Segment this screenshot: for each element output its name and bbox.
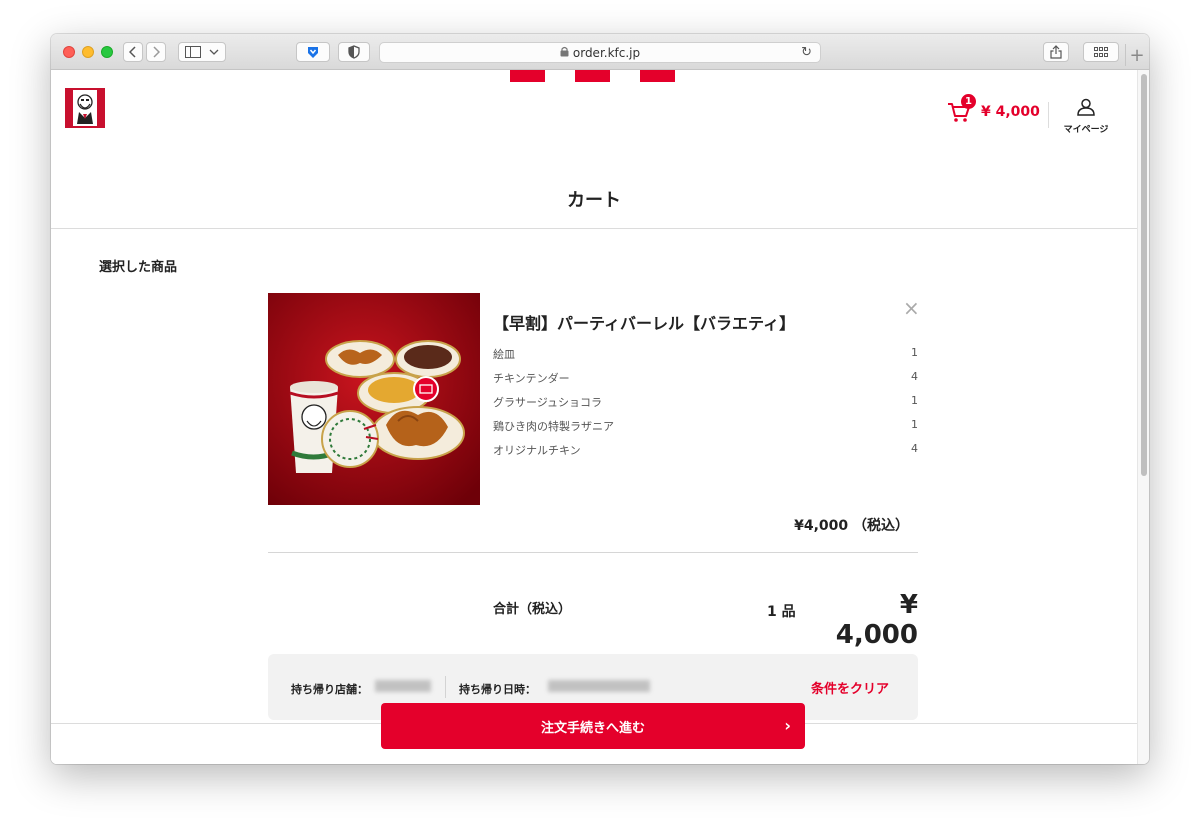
brand-stripe <box>510 70 545 82</box>
list-item: グラサージュショコラ 1 <box>493 394 918 418</box>
chevron-right-icon <box>153 46 160 58</box>
cart-total: ¥ 4,000 <box>981 104 1040 120</box>
cart-count-badge: 1 <box>961 94 976 109</box>
section-label: 選択した商品 <box>99 260 178 275</box>
extension-button[interactable] <box>296 42 330 62</box>
shield-extension-icon <box>308 47 318 58</box>
cart-icon: 1 <box>947 94 976 124</box>
total-count: 1 品 <box>767 604 796 620</box>
tab-overview-button[interactable] <box>1083 42 1119 62</box>
header-divider <box>1048 102 1049 128</box>
pickup-store-label: 持ち帰り店舗： <box>291 683 368 696</box>
chevron-left-icon <box>129 46 136 58</box>
page-content: 1 ¥ 4,000 マイページ カート 選択した商品 【早割】パーティバーレル【… <box>51 70 1137 764</box>
total-label: 合計（税込） <box>493 602 572 617</box>
lock-icon <box>560 46 569 60</box>
brand-stripe <box>575 70 610 82</box>
list-item: 鶏ひき肉の特製ラザニア 1 <box>493 418 918 442</box>
pickup-datetime-value-redacted <box>548 680 650 692</box>
page-scrollbar[interactable] <box>1137 70 1149 764</box>
scrollbar-thumb[interactable] <box>1141 74 1147 476</box>
item-qty: 1 <box>911 346 918 359</box>
list-item: チキンテンダー 4 <box>493 370 918 394</box>
browser-window: order.kfc.jp ↻ + 1 ¥ 4,000 マイページ カート 選択し… <box>51 34 1149 764</box>
new-tab-button[interactable]: + <box>1125 44 1148 66</box>
mypage-link[interactable]: マイページ <box>1061 98 1111 135</box>
item-name: オリジナルチキン <box>493 444 581 457</box>
item-qty: 4 <box>911 370 918 383</box>
mypage-label: マイページ <box>1063 125 1109 135</box>
sidebar-toggle-button[interactable] <box>178 42 226 62</box>
pickup-datetime-label: 持ち帰り日時： <box>459 683 536 696</box>
item-qty: 1 <box>911 394 918 407</box>
checkout-label: 注文手続きへ進む <box>540 720 645 736</box>
clear-conditions-link[interactable]: 条件をクリア <box>811 678 889 697</box>
url-text: order.kfc.jp <box>572 45 641 60</box>
reload-icon[interactable]: ↻ <box>801 45 812 60</box>
list-item: オリジナルチキン 4 <box>493 442 918 466</box>
item-name: 鶏ひき肉の特製ラザニア <box>493 420 614 433</box>
tab-grid-icon <box>1094 47 1108 57</box>
pickup-store-value-redacted <box>375 680 431 692</box>
chevron-down-icon <box>209 49 219 55</box>
address-bar[interactable]: order.kfc.jp ↻ <box>379 42 821 63</box>
product-contents-list: 絵皿 1 チキンテンダー 4 グラサージュショコラ 1 鶏ひき肉の特製ラザニア … <box>493 346 918 466</box>
zoom-window-button[interactable] <box>101 46 113 58</box>
forward-button[interactable] <box>146 42 166 62</box>
item-qty: 4 <box>911 442 918 455</box>
kfc-logo[interactable] <box>65 88 105 128</box>
remove-item-icon[interactable]: × <box>903 296 920 320</box>
item-qty: 1 <box>911 418 918 431</box>
item-name: 絵皿 <box>493 348 515 361</box>
cart-summary[interactable]: 1 ¥ 4,000 <box>947 94 1040 124</box>
page-title: カート <box>567 190 621 211</box>
brand-stripe <box>640 70 675 82</box>
header-divider-line <box>51 228 1137 229</box>
privacy-shield-icon <box>348 45 360 59</box>
back-button[interactable] <box>123 42 143 62</box>
product-name: 【早割】パーティバーレル【バラエティ】 <box>493 314 796 333</box>
item-name: グラサージュショコラ <box>493 396 603 409</box>
total-price: ¥ 4,000 <box>835 590 918 650</box>
chevron-right-icon: › <box>784 716 791 735</box>
pickup-separator <box>445 676 446 698</box>
share-icon <box>1050 45 1062 59</box>
user-icon <box>1077 98 1095 116</box>
browser-toolbar: order.kfc.jp ↻ + <box>51 34 1149 70</box>
item-name: チキンテンダー <box>493 372 570 385</box>
list-item: 絵皿 1 <box>493 346 918 370</box>
product-price: ¥4,000 （税込） <box>794 518 909 534</box>
divider-line <box>268 552 918 553</box>
minimize-window-button[interactable] <box>82 46 94 58</box>
product-image <box>268 293 480 505</box>
close-window-button[interactable] <box>63 46 75 58</box>
privacy-button[interactable] <box>338 42 370 62</box>
sidebar-icon <box>185 46 201 58</box>
checkout-button[interactable]: 注文手続きへ進む › <box>381 703 805 749</box>
share-button[interactable] <box>1043 42 1069 62</box>
